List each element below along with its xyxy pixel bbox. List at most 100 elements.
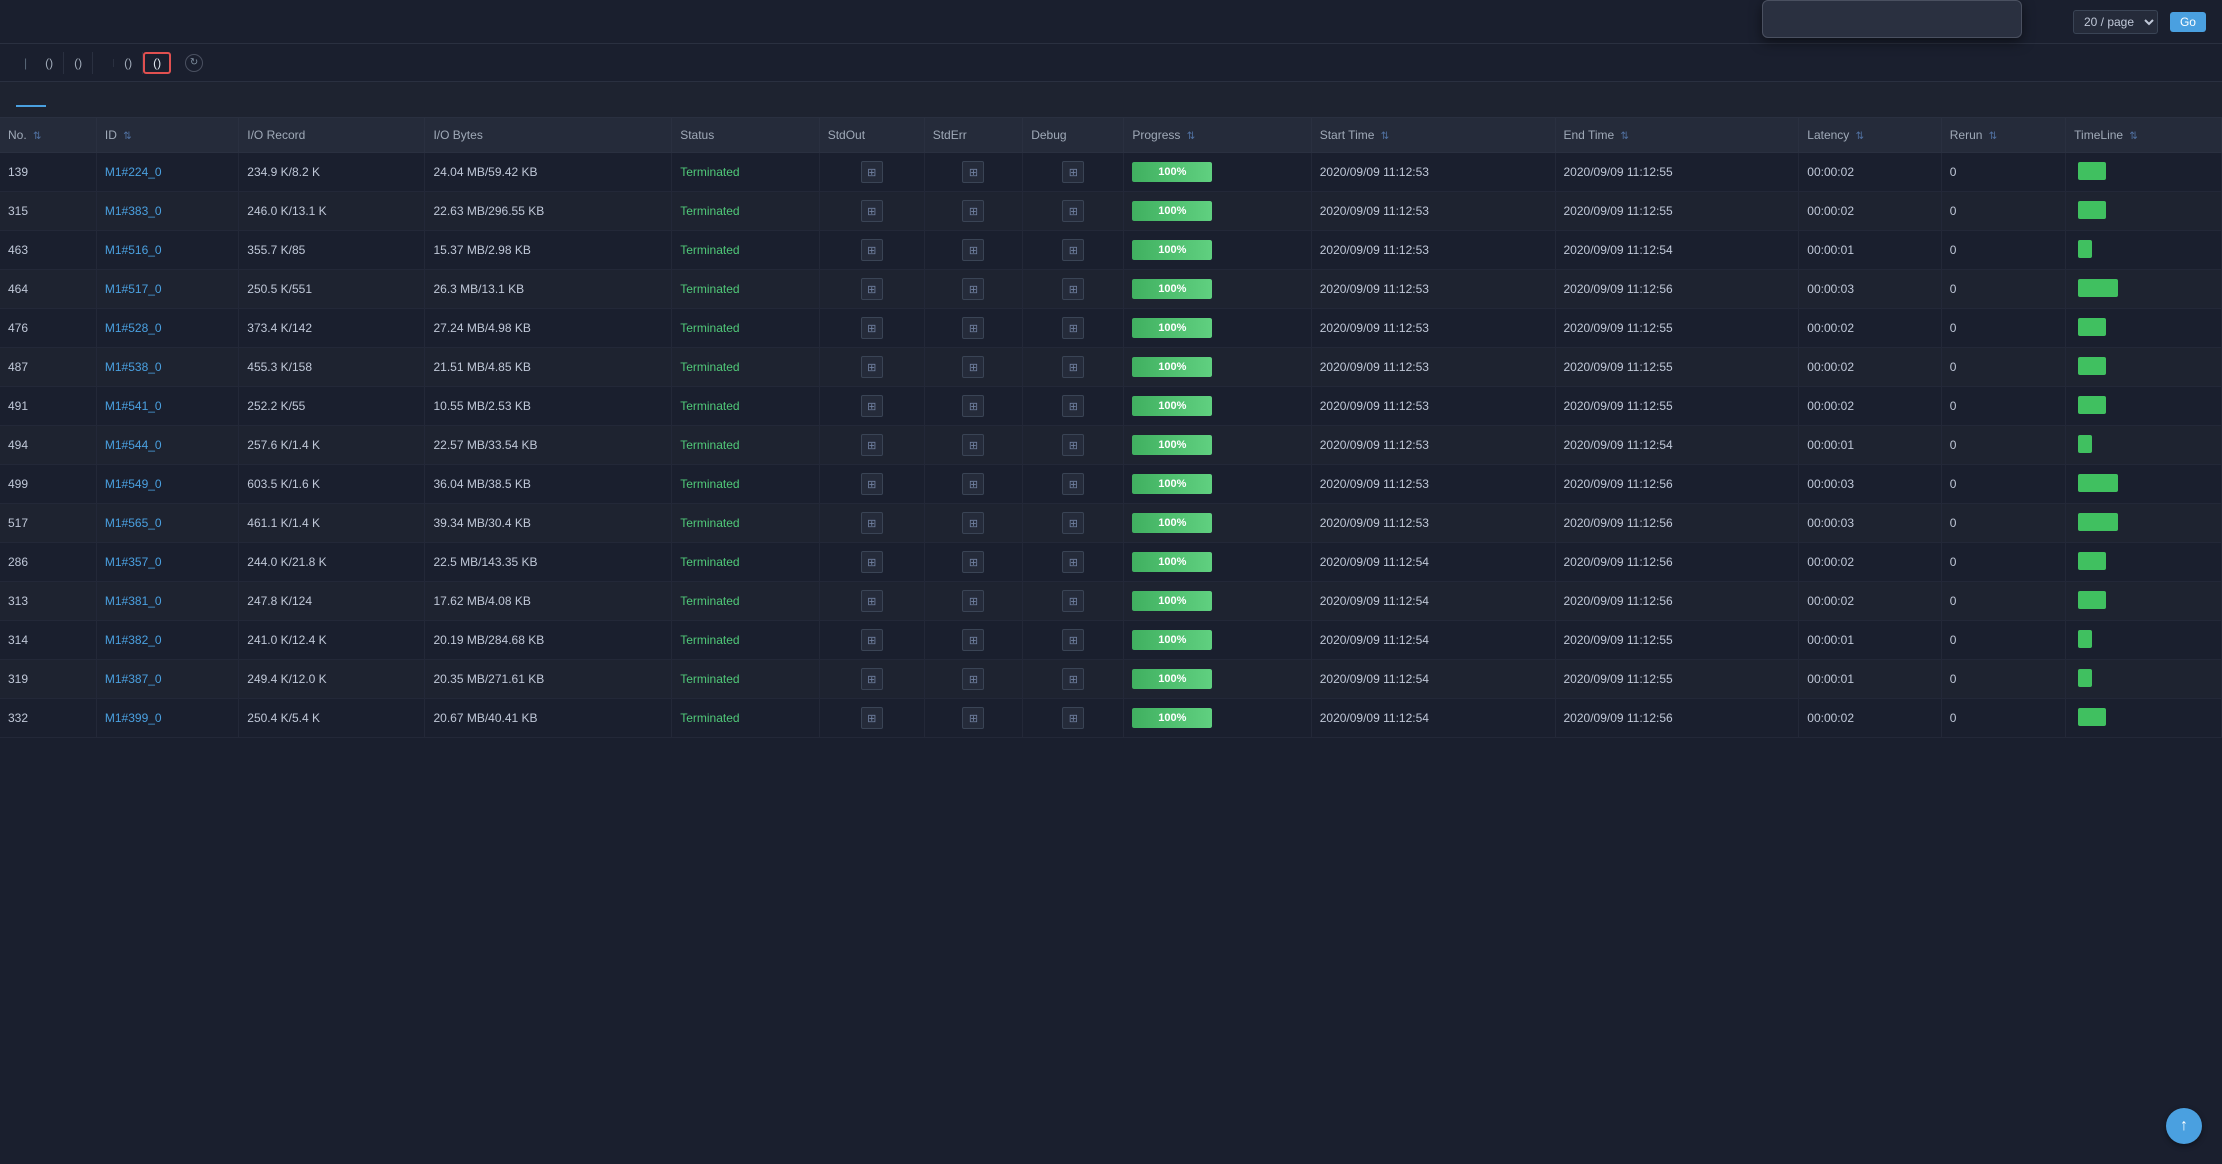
cell-stderr[interactable]: ⊞ <box>924 153 1023 192</box>
cell-stderr[interactable]: ⊞ <box>924 465 1023 504</box>
stderr-icon[interactable]: ⊞ <box>962 512 984 534</box>
stderr-icon[interactable]: ⊞ <box>962 473 984 495</box>
stdout-icon[interactable]: ⊞ <box>861 356 883 378</box>
cell-stderr[interactable]: ⊞ <box>924 543 1023 582</box>
debug-icon[interactable]: ⊞ <box>1062 200 1084 222</box>
col-stderr[interactable]: StdErr <box>924 118 1023 153</box>
stderr-icon[interactable]: ⊞ <box>962 551 984 573</box>
col-rerun[interactable]: Rerun ⇅ <box>1941 118 2065 153</box>
stderr-icon[interactable]: ⊞ <box>962 356 984 378</box>
cell-stderr[interactable]: ⊞ <box>924 660 1023 699</box>
cell-stdout[interactable]: ⊞ <box>819 465 924 504</box>
cell-stderr[interactable]: ⊞ <box>924 387 1023 426</box>
cell-debug[interactable]: ⊞ <box>1023 621 1124 660</box>
debug-icon[interactable]: ⊞ <box>1062 629 1084 651</box>
col-io-record[interactable]: I/O Record <box>239 118 425 153</box>
cell-stdout[interactable]: ⊞ <box>819 387 924 426</box>
stdout-icon[interactable]: ⊞ <box>861 278 883 300</box>
goto-button[interactable]: Go <box>2170 12 2206 32</box>
stderr-icon[interactable]: ⊞ <box>962 317 984 339</box>
stdout-icon[interactable]: ⊞ <box>861 707 883 729</box>
filter-failed[interactable]: () <box>64 52 93 74</box>
cell-stdout[interactable]: ⊞ <box>819 543 924 582</box>
cell-stderr[interactable]: ⊞ <box>924 621 1023 660</box>
latency-chart-icon[interactable]: ↻ <box>185 54 203 72</box>
stdout-icon[interactable]: ⊞ <box>861 161 883 183</box>
filter-latency-chart[interactable]: ↻ <box>171 50 213 76</box>
cell-stdout[interactable]: ⊞ <box>819 231 924 270</box>
cell-stdout[interactable]: ⊞ <box>819 699 924 738</box>
scroll-to-top-button[interactable]: ↑ <box>2166 1108 2202 1144</box>
col-end-time[interactable]: End Time ⇅ <box>1555 118 1799 153</box>
cell-debug[interactable]: ⊞ <box>1023 348 1124 387</box>
debug-icon[interactable]: ⊞ <box>1062 707 1084 729</box>
cell-debug[interactable]: ⊞ <box>1023 582 1124 621</box>
cell-stderr[interactable]: ⊞ <box>924 270 1023 309</box>
col-progress[interactable]: Progress ⇅ <box>1124 118 1311 153</box>
cell-stderr[interactable]: ⊞ <box>924 582 1023 621</box>
col-status[interactable]: Status <box>672 118 820 153</box>
stderr-icon[interactable]: ⊞ <box>962 629 984 651</box>
cell-stdout[interactable]: ⊞ <box>819 348 924 387</box>
col-no[interactable]: No. ⇅ <box>0 118 96 153</box>
col-id[interactable]: ID ⇅ <box>96 118 238 153</box>
col-timeline[interactable]: TimeLine ⇅ <box>2066 118 2222 153</box>
stderr-icon[interactable]: ⊞ <box>962 278 984 300</box>
stdout-icon[interactable]: ⊞ <box>861 200 883 222</box>
stdout-icon[interactable]: ⊞ <box>861 239 883 261</box>
cell-debug[interactable]: ⊞ <box>1023 231 1124 270</box>
stdout-icon[interactable]: ⊞ <box>861 434 883 456</box>
filter-terminated[interactable] <box>93 59 114 67</box>
cell-stderr[interactable]: ⊞ <box>924 699 1023 738</box>
cell-stderr[interactable]: ⊞ <box>924 231 1023 270</box>
tab-m1[interactable] <box>16 93 46 107</box>
cell-debug[interactable]: ⊞ <box>1023 270 1124 309</box>
stderr-icon[interactable]: ⊞ <box>962 200 984 222</box>
cell-stdout[interactable]: ⊞ <box>819 426 924 465</box>
page-size-select[interactable]: 20 / page <box>2073 10 2158 34</box>
cell-debug[interactable]: ⊞ <box>1023 660 1124 699</box>
debug-icon[interactable]: ⊞ <box>1062 551 1084 573</box>
debug-icon[interactable]: ⊞ <box>1062 668 1084 690</box>
cell-debug[interactable]: ⊞ <box>1023 153 1124 192</box>
stderr-icon[interactable]: ⊞ <box>962 239 984 261</box>
col-latency[interactable]: Latency ⇅ <box>1799 118 1941 153</box>
stderr-icon[interactable]: ⊞ <box>962 590 984 612</box>
cell-stdout[interactable]: ⊞ <box>819 192 924 231</box>
col-start-time[interactable]: Start Time ⇅ <box>1311 118 1555 153</box>
filter-all[interactable]: () <box>35 52 64 74</box>
cell-debug[interactable]: ⊞ <box>1023 426 1124 465</box>
debug-icon[interactable]: ⊞ <box>1062 239 1084 261</box>
cell-stderr[interactable]: ⊞ <box>924 426 1023 465</box>
cell-stdout[interactable]: ⊞ <box>819 309 924 348</box>
cell-stderr[interactable]: ⊞ <box>924 309 1023 348</box>
stderr-icon[interactable]: ⊞ <box>962 707 984 729</box>
stdout-icon[interactable]: ⊞ <box>861 590 883 612</box>
cell-debug[interactable]: ⊞ <box>1023 465 1124 504</box>
debug-icon[interactable]: ⊞ <box>1062 590 1084 612</box>
pagination-controls[interactable]: 20 / page Go <box>2073 10 2206 34</box>
debug-icon[interactable]: ⊞ <box>1062 161 1084 183</box>
col-debug[interactable]: Debug <box>1023 118 1124 153</box>
cell-stdout[interactable]: ⊞ <box>819 621 924 660</box>
cell-stderr[interactable]: ⊞ <box>924 348 1023 387</box>
filter-data-skews[interactable]: () <box>143 52 171 74</box>
stderr-icon[interactable]: ⊞ <box>962 434 984 456</box>
cell-debug[interactable]: ⊞ <box>1023 309 1124 348</box>
stdout-icon[interactable]: ⊞ <box>861 473 883 495</box>
cell-debug[interactable]: ⊞ <box>1023 387 1124 426</box>
cell-stdout[interactable]: ⊞ <box>819 270 924 309</box>
debug-icon[interactable]: ⊞ <box>1062 434 1084 456</box>
cell-stderr[interactable]: ⊞ <box>924 504 1023 543</box>
stdout-icon[interactable]: ⊞ <box>861 395 883 417</box>
col-stdout[interactable]: StdOut <box>819 118 924 153</box>
col-io-bytes[interactable]: I/O Bytes <box>425 118 672 153</box>
debug-icon[interactable]: ⊞ <box>1062 473 1084 495</box>
debug-icon[interactable]: ⊞ <box>1062 317 1084 339</box>
stderr-icon[interactable]: ⊞ <box>962 161 984 183</box>
stdout-icon[interactable]: ⊞ <box>861 551 883 573</box>
cell-stdout[interactable]: ⊞ <box>819 153 924 192</box>
cell-stdout[interactable]: ⊞ <box>819 660 924 699</box>
debug-icon[interactable]: ⊞ <box>1062 356 1084 378</box>
debug-icon[interactable]: ⊞ <box>1062 512 1084 534</box>
